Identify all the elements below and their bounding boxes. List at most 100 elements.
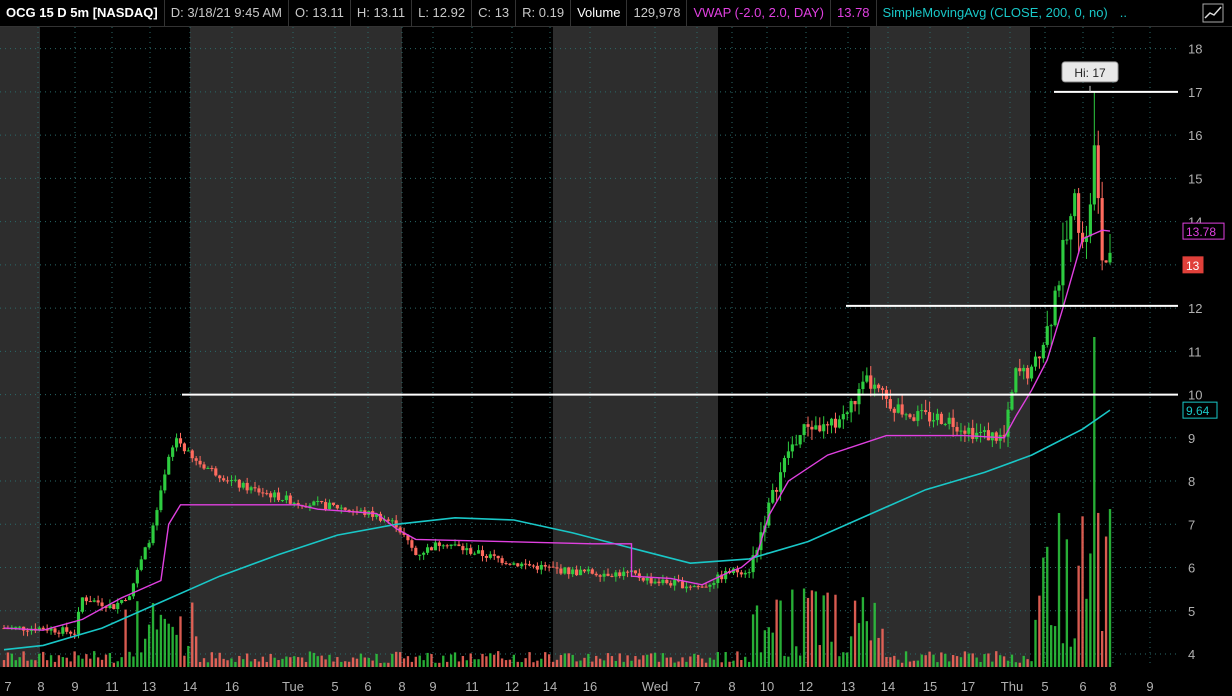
- candle-body: [661, 579, 665, 584]
- volume-bar: [481, 653, 484, 667]
- candle-body: [1088, 204, 1092, 237]
- svg-text:9.64: 9.64: [1186, 404, 1210, 418]
- candle-body: [359, 510, 363, 512]
- volume-bar: [932, 654, 935, 667]
- volume-bar: [602, 660, 606, 667]
- volume-bar: [830, 641, 833, 667]
- volume-bar: [202, 658, 206, 667]
- candle-body: [84, 597, 88, 602]
- volume-bar: [1002, 656, 1006, 667]
- volume-bar: [175, 634, 178, 667]
- volume-bar: [669, 657, 672, 667]
- candle-body: [182, 443, 186, 452]
- chart-style-icon[interactable]: [1202, 3, 1224, 23]
- volume-bar: [646, 654, 649, 667]
- volume-bar: [1014, 662, 1018, 667]
- volume-bar: [14, 660, 17, 667]
- volume-bar: [846, 652, 849, 667]
- volume-bar: [704, 662, 708, 667]
- volume-bar: [673, 662, 676, 667]
- candle-body: [849, 400, 853, 413]
- candle-body: [186, 450, 190, 452]
- more-indicator[interactable]: ..: [1114, 0, 1133, 26]
- volume-bar: [485, 656, 488, 667]
- candle-body: [571, 569, 575, 575]
- price-tag: 13.78: [1182, 222, 1225, 240]
- volume-bar: [1049, 625, 1053, 667]
- volume-bar: [677, 661, 680, 667]
- candle-body: [967, 427, 971, 434]
- candle-body: [1092, 145, 1096, 205]
- volume-bar: [618, 653, 621, 667]
- x-tick-label: 8: [1109, 679, 1116, 694]
- candle-body: [575, 569, 579, 576]
- candle-body: [312, 501, 316, 506]
- symbol-label[interactable]: OCG 15 D 5m [NASDAQ]: [0, 0, 165, 26]
- price-chart[interactable]: 4 5 6 7 8 9 10 11 12 13 14 15 16 17 18 7 8 9 11 13 14 16 Tue 5…: [0, 27, 1232, 696]
- sma-study-label[interactable]: SimpleMovingAvg (CLOSE, 200, 0, no): [877, 0, 1114, 26]
- volume-bar: [387, 662, 390, 667]
- x-tick-label: 16: [225, 679, 239, 694]
- volume-bar: [136, 601, 139, 667]
- candle-body: [1077, 193, 1081, 233]
- volume-bar: [222, 658, 225, 667]
- candle-body: [520, 563, 524, 567]
- volume-bar: [724, 652, 727, 667]
- candle-body: [673, 580, 677, 586]
- volume-bar: [120, 657, 123, 667]
- volume-bar: [547, 654, 551, 667]
- candle-body: [484, 556, 488, 558]
- candle-body: [210, 468, 214, 470]
- volume-bar: [218, 652, 221, 667]
- volume-bar: [285, 656, 288, 667]
- candle-body: [814, 425, 818, 430]
- candle-body: [473, 553, 477, 555]
- volume-bar: [798, 655, 802, 667]
- x-tick-label: 10: [760, 679, 774, 694]
- volume-bar: [18, 657, 21, 667]
- candle-body: [869, 375, 873, 389]
- x-tick-label: 16: [583, 679, 597, 694]
- candle-body: [496, 555, 500, 559]
- y-tick-label: 16: [1188, 128, 1202, 143]
- volume-bar: [795, 646, 798, 667]
- volume-bar: [410, 661, 414, 667]
- volume-bar: [375, 653, 378, 667]
- candle-body: [935, 413, 940, 421]
- candle-body: [143, 547, 147, 560]
- volume-bar: [881, 628, 884, 667]
- candle-body: [151, 525, 155, 544]
- volume-label[interactable]: Volume: [571, 0, 628, 26]
- candle-body: [174, 438, 179, 448]
- x-tick-label: 9: [1146, 679, 1153, 694]
- volume-bar: [653, 652, 657, 667]
- volume-bar: [979, 661, 982, 667]
- vwap-study-label[interactable]: VWAP (-2.0, 2.0, DAY): [687, 0, 831, 26]
- candle-body: [618, 572, 622, 577]
- candle-body: [582, 569, 587, 572]
- candle-body: [888, 399, 892, 409]
- candle-body: [276, 492, 281, 501]
- candle-body: [775, 489, 779, 492]
- volume-bar: [1018, 662, 1021, 667]
- volume-bar: [249, 661, 253, 667]
- low-readout: L: 12.92: [412, 0, 473, 26]
- candle-body: [120, 600, 124, 603]
- volume-bar: [363, 657, 366, 667]
- volume-bar: [195, 636, 198, 667]
- open-readout: O: 13.11: [289, 0, 351, 26]
- volume-bar: [147, 624, 151, 667]
- volume-bar: [838, 656, 841, 667]
- candle-body: [512, 563, 516, 565]
- candle-body: [857, 389, 861, 405]
- candle-body: [124, 600, 128, 602]
- volume-bar: [128, 651, 131, 667]
- volume-bar: [787, 656, 790, 667]
- volume-bar: [842, 652, 845, 667]
- volume-bar: [289, 657, 292, 667]
- candle-body: [1033, 356, 1038, 367]
- candle-body: [559, 568, 563, 574]
- candle-body: [590, 569, 594, 574]
- volume-bar: [1034, 619, 1037, 667]
- volume-bar: [1057, 513, 1061, 667]
